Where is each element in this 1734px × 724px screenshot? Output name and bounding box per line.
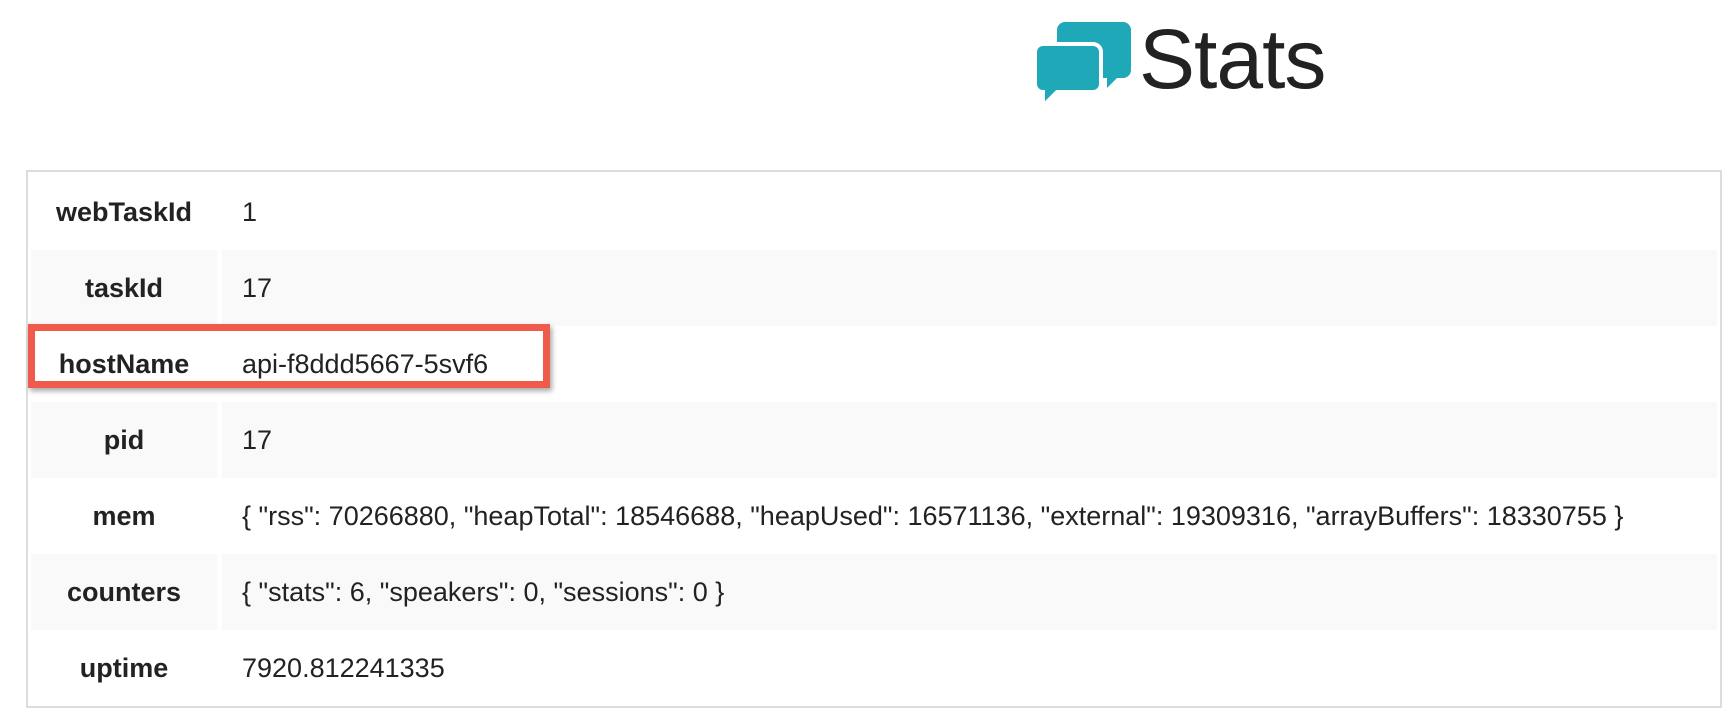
row-value: { "rss": 70266880, "heapTotal": 18546688… <box>222 478 1717 554</box>
page-header: Stats <box>1033 12 1326 108</box>
row-key: hostName <box>31 326 217 402</box>
row-value: 17 <box>222 402 1717 478</box>
row-value: api-f8ddd5667-5svf6 <box>222 326 1717 402</box>
table-row-pid: pid 17 <box>31 402 1717 478</box>
chat-bubbles-icon <box>1033 22 1131 108</box>
stats-table: webTaskId 1 taskId 17 hostName api-f8ddd… <box>26 170 1722 708</box>
row-key: uptime <box>31 630 217 706</box>
row-key: taskId <box>31 250 217 326</box>
table-row-webtaskid: webTaskId 1 <box>31 174 1717 250</box>
row-key: webTaskId <box>31 174 217 250</box>
row-value: 1 <box>222 174 1717 250</box>
page-title: Stats <box>1139 12 1326 106</box>
row-value: 7920.812241335 <box>222 630 1717 706</box>
table-row-uptime: uptime 7920.812241335 <box>31 630 1717 706</box>
row-value: 17 <box>222 250 1717 326</box>
row-key: pid <box>31 402 217 478</box>
row-value: { "stats": 6, "speakers": 0, "sessions":… <box>222 554 1717 630</box>
row-key: counters <box>31 554 217 630</box>
table-row-counters: counters { "stats": 6, "speakers": 0, "s… <box>31 554 1717 630</box>
row-key: mem <box>31 478 217 554</box>
table-row-hostname: hostName api-f8ddd5667-5svf6 <box>31 326 1717 402</box>
table-row-taskid: taskId 17 <box>31 250 1717 326</box>
table-row-mem: mem { "rss": 70266880, "heapTotal": 1854… <box>31 478 1717 554</box>
